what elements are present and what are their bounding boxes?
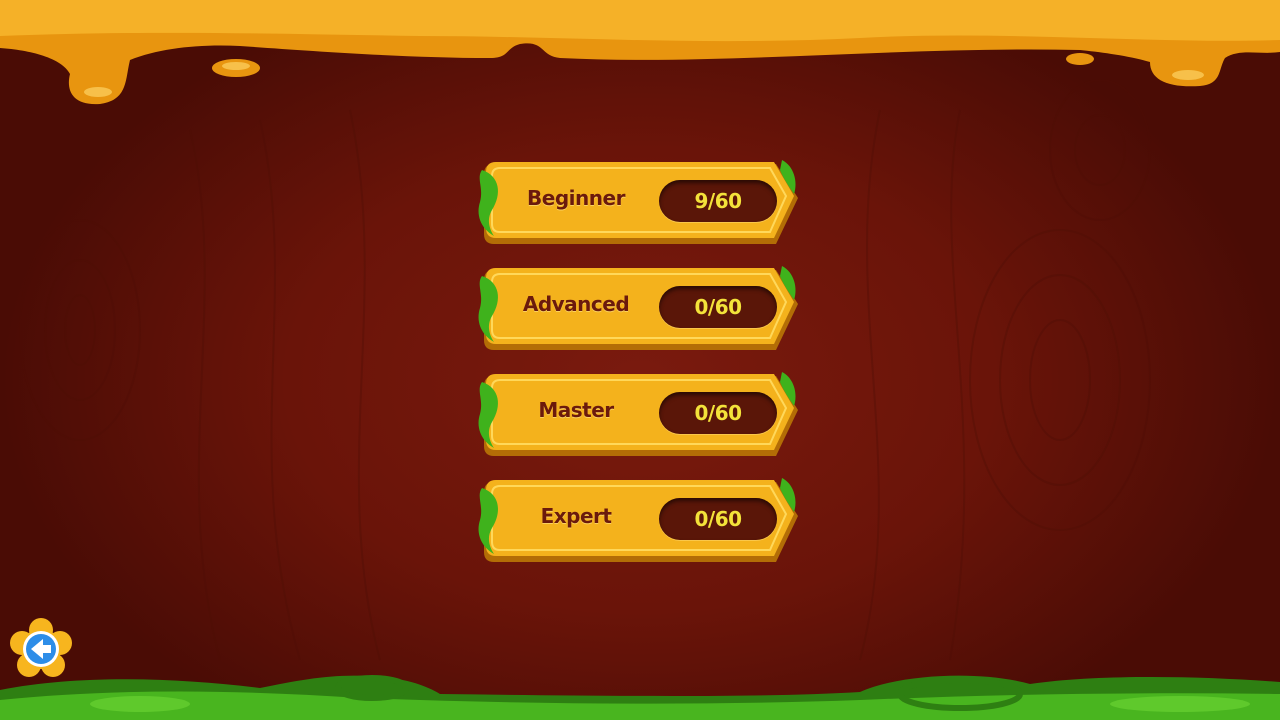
arrow-left-icon	[10, 618, 72, 677]
level-progress: 9/60	[659, 180, 777, 222]
honey-drip-top	[0, 0, 1280, 105]
level-label: Expert	[540, 504, 612, 528]
level-label: Beginner	[527, 186, 625, 210]
level-progress: 0/60	[659, 286, 777, 328]
level-button-master[interactable]: Master 0/60	[476, 370, 806, 460]
game-background: Beginner 9/60 Advanced 0/60 Master 0/60 …	[0, 0, 1280, 720]
level-label: Advanced	[522, 292, 630, 316]
back-button[interactable]	[10, 618, 72, 680]
level-button-expert[interactable]: Expert 0/60	[476, 476, 806, 566]
level-select-menu: Beginner 9/60 Advanced 0/60 Master 0/60 …	[476, 158, 806, 582]
level-label: Master	[538, 398, 614, 422]
level-button-beginner[interactable]: Beginner 9/60	[476, 158, 806, 248]
level-progress: 0/60	[659, 392, 777, 434]
level-progress: 0/60	[659, 498, 777, 540]
level-button-advanced[interactable]: Advanced 0/60	[476, 264, 806, 354]
grass-bottom	[0, 675, 1280, 720]
